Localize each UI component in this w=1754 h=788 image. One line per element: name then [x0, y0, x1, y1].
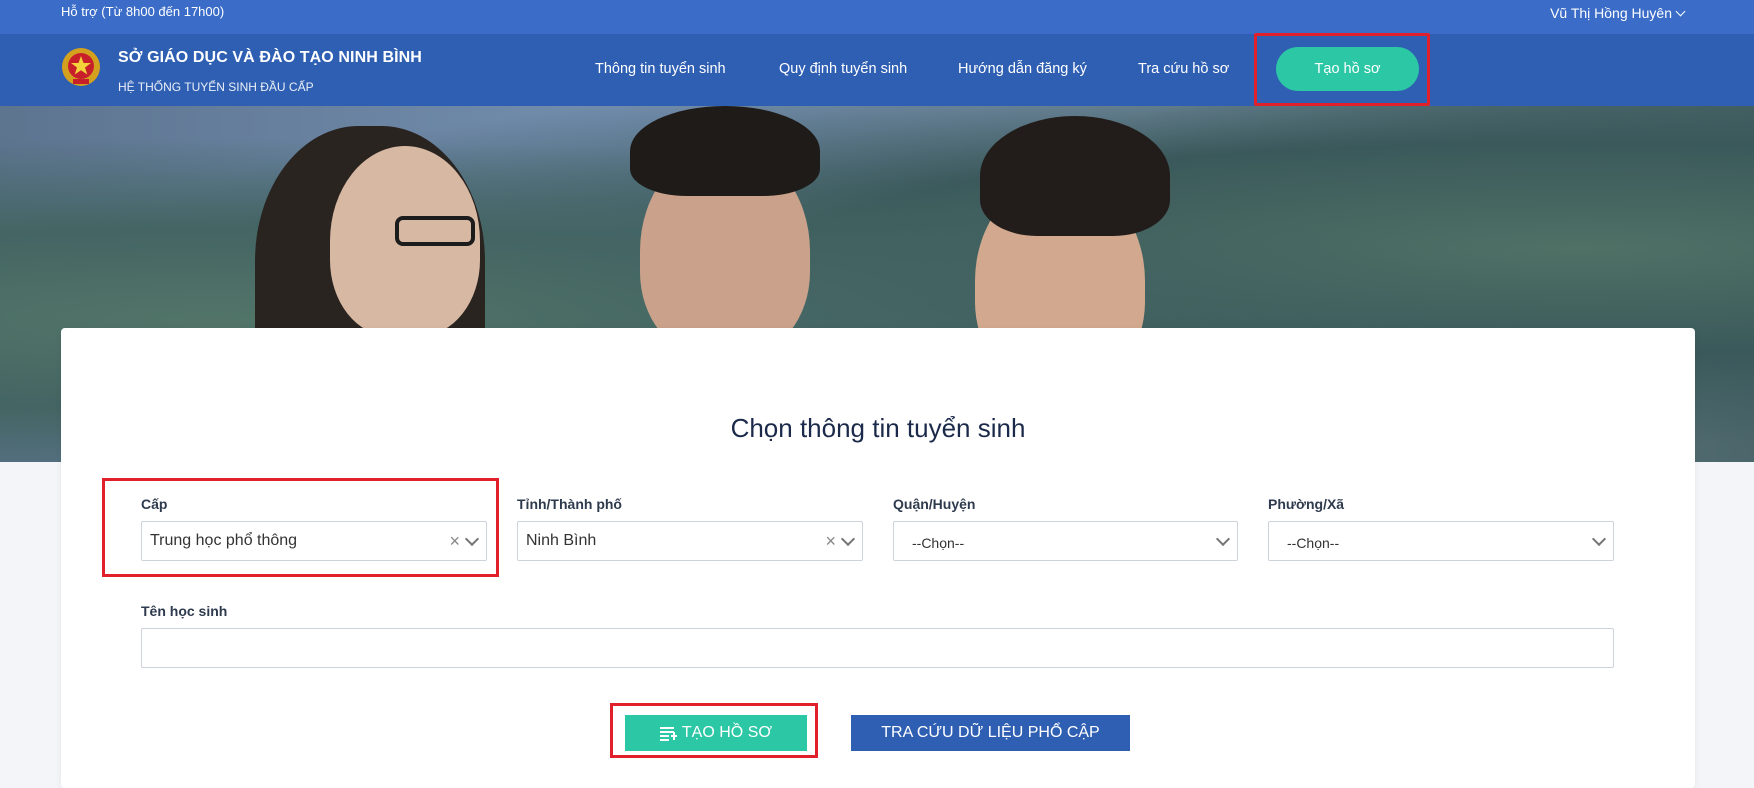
create-profile-button[interactable]: TẠO HỒ SƠ [625, 715, 807, 751]
district-select-value: --Chọn-- [912, 535, 965, 551]
hero-person-3-hair [980, 116, 1170, 236]
nav-lookup-profile[interactable]: Tra cứu hồ sơ [1138, 61, 1229, 77]
nav-registration-guide[interactable]: Hướng dẫn đăng ký [958, 61, 1087, 77]
level-label: Cấp [141, 496, 168, 512]
support-bar: Hỗ trợ (Từ 8h00 đến 17h00) Vũ Thị Hồng H… [0, 0, 1754, 34]
system-subtitle: HỆ THỐNG TUYỂN SINH ĐẦU CẤP [118, 80, 314, 94]
hero-person-2-hair [630, 106, 820, 196]
list-add-icon [659, 726, 677, 741]
chevron-down-icon [840, 531, 856, 547]
nav-admission-info[interactable]: Thông tin tuyển sinh [595, 61, 726, 77]
lookup-universal-data-button[interactable]: TRA CỨU DỮ LIỆU PHỔ CẬP [851, 715, 1130, 751]
chevron-down-icon [464, 531, 480, 547]
chevron-down-icon [1591, 531, 1607, 547]
form-title: Chọn thông tin tuyển sinh [730, 413, 1026, 443]
student-name-input[interactable] [141, 628, 1614, 668]
province-select-value: Ninh Bình [526, 532, 597, 549]
close-icon[interactable]: × [449, 531, 460, 552]
chevron-down-icon [1215, 531, 1231, 547]
national-emblem-icon [62, 48, 100, 86]
province-label: Tỉnh/Thành phố [517, 496, 622, 512]
ward-label: Phường/Xã [1268, 496, 1345, 512]
create-profile-button-label: TẠO HỒ SƠ [681, 724, 773, 741]
district-select[interactable]: --Chọn-- [893, 521, 1238, 561]
user-name: Vũ Thị Hồng Huyên [1550, 5, 1672, 21]
hero-person-1-glasses [395, 216, 475, 246]
level-select-value: Trung học phổ thông [150, 532, 298, 549]
close-icon[interactable]: × [825, 531, 836, 552]
ward-select[interactable]: --Chọn-- [1268, 521, 1614, 561]
ward-select-value: --Chọn-- [1287, 535, 1340, 551]
district-label: Quận/Huyện [893, 496, 976, 512]
student-name-label: Tên học sinh [141, 603, 228, 619]
province-select[interactable]: Ninh Bình × [517, 521, 863, 561]
nav-admission-rules[interactable]: Quy định tuyển sinh [779, 61, 907, 77]
department-title: SỞ GIÁO DỤC VÀ ĐÀO TẠO NINH BÌNH [118, 49, 422, 66]
chevron-down-icon [1675, 6, 1686, 16]
support-hours-text: Hỗ trợ (Từ 8h00 đến 17h00) [61, 4, 225, 19]
user-menu[interactable]: Vũ Thị Hồng Huyên [1550, 5, 1686, 21]
main-header: SỞ GIÁO DỤC VÀ ĐÀO TẠO NINH BÌNH HỆ THỐN… [0, 34, 1754, 106]
create-profile-nav-button[interactable]: Tạo hồ sơ [1276, 47, 1419, 91]
level-select[interactable]: Trung học phổ thông × [141, 521, 487, 561]
